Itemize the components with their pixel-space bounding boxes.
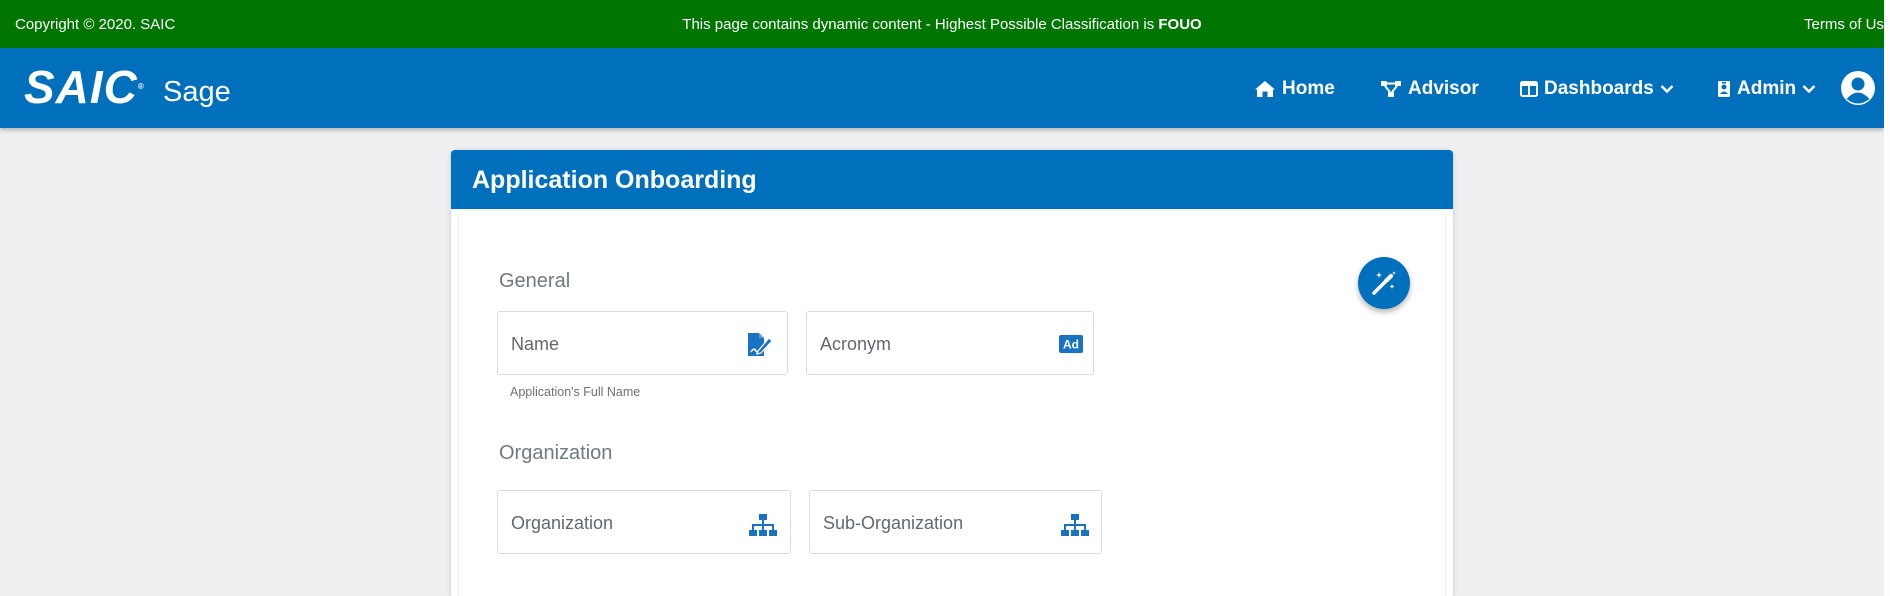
classification-notice-text: This page contains dynamic content - Hig… (682, 16, 1159, 33)
chevron-down-icon (1802, 85, 1816, 94)
svg-text:Ad: Ad (1063, 338, 1079, 352)
sitemap-icon (1061, 514, 1089, 536)
nav-dashboards[interactable]: Dashboards (1520, 78, 1674, 100)
organization-placeholder: Organization (511, 513, 614, 533)
magic-wand-icon (1372, 271, 1396, 295)
organization-field[interactable]: Organization (497, 490, 791, 554)
nav-admin[interactable]: Admin (1717, 78, 1816, 100)
nav-advisor-label: Advisor (1408, 78, 1479, 99)
app-name[interactable]: Sage (163, 75, 231, 109)
id-badge-icon (1718, 81, 1730, 97)
sub-organization-field[interactable]: Sub-Organization (809, 490, 1102, 554)
user-circle-icon[interactable] (1840, 70, 1876, 106)
classification-banner: Copyright © 2020. SAIC This page contain… (0, 0, 1884, 48)
nav-dashboards-label: Dashboards (1544, 78, 1654, 99)
acronym-placeholder: Acronym (820, 334, 892, 354)
page-scrollbar[interactable] (1884, 0, 1890, 596)
terms-link[interactable]: Terms of Us (1804, 16, 1884, 33)
columns-icon (1520, 81, 1538, 97)
card-header: Application Onboarding (451, 150, 1453, 209)
nav-advisor[interactable]: Advisor (1380, 78, 1479, 100)
chevron-down-icon (1660, 85, 1674, 94)
section-label-organization: Organization (499, 442, 613, 464)
classification-notice: This page contains dynamic content - Hig… (0, 16, 1884, 33)
name-placeholder: Name (511, 334, 560, 354)
logo-text: SAIC (24, 61, 138, 113)
file-signature-icon (748, 333, 773, 356)
card-title: Application Onboarding (472, 166, 757, 194)
main-navbar: SAIC® Sage Home Advisor Dashboards Admin (0, 48, 1884, 128)
ad-icon: Ad (1059, 335, 1083, 353)
nav-home-label: Home (1282, 78, 1335, 99)
home-icon (1255, 81, 1275, 97)
acronym-field[interactable]: Acronym Ad (806, 311, 1094, 375)
classification-level: FOUO (1158, 16, 1202, 33)
saic-logo[interactable]: SAIC® (24, 64, 145, 110)
name-hint: Application's Full Name (510, 385, 641, 399)
network-nodes-icon (1381, 81, 1401, 97)
sub-organization-placeholder: Sub-Organization (823, 513, 964, 533)
magic-fill-button[interactable] (1358, 257, 1410, 309)
sitemap-icon (749, 514, 777, 536)
nav-admin-label: Admin (1737, 78, 1797, 99)
name-field[interactable]: Name (497, 311, 788, 375)
section-label-general: General (499, 270, 571, 292)
nav-home[interactable]: Home (1254, 78, 1335, 100)
